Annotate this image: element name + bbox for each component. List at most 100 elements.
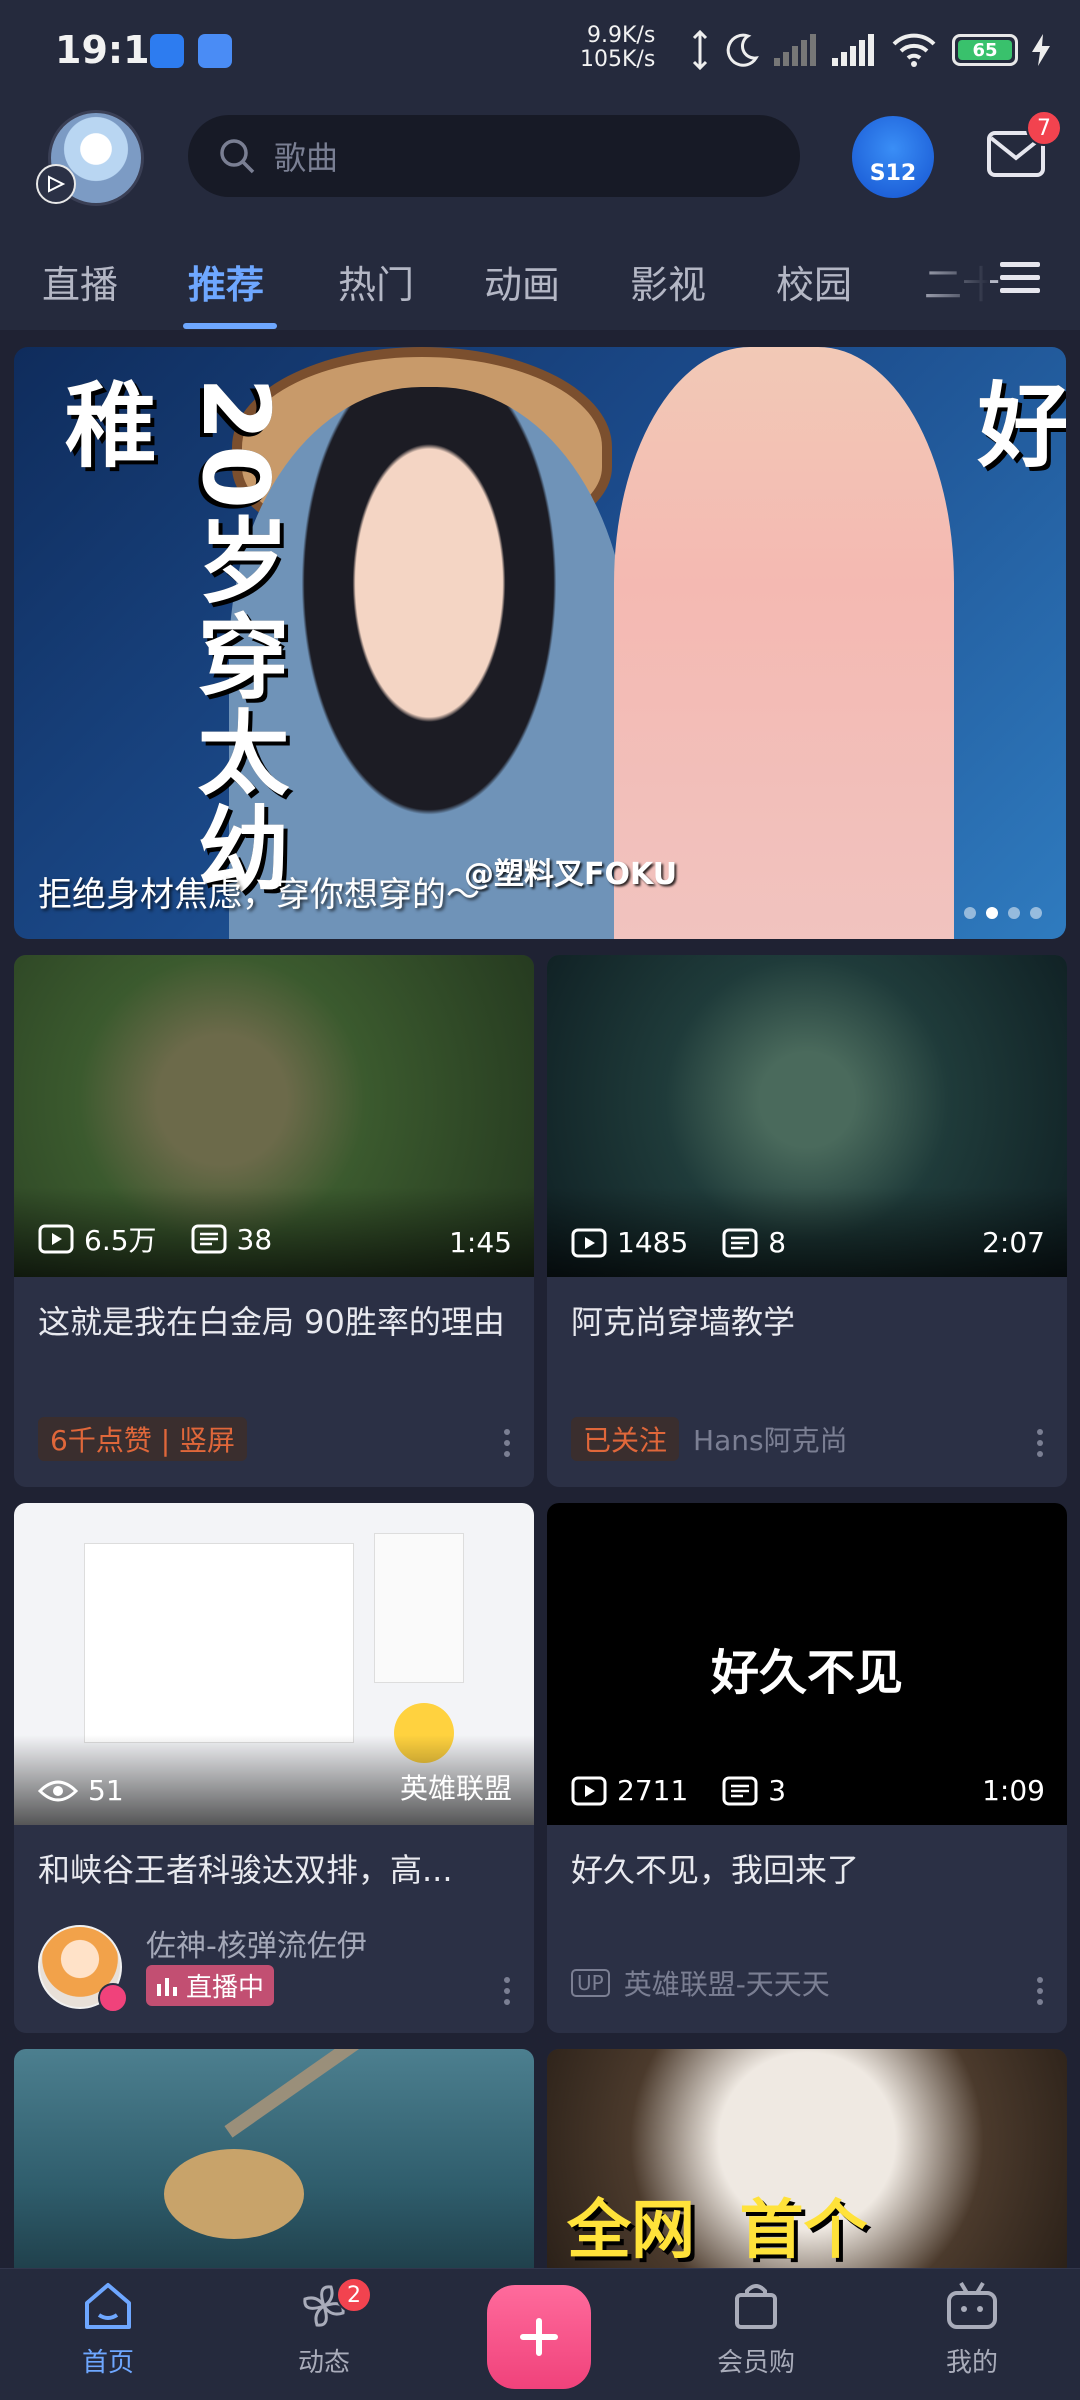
status-icons: 65 xyxy=(690,30,1050,70)
live-bars-icon xyxy=(157,1977,177,1996)
banner-right-text: 50岁穿刚刚好 xyxy=(962,377,1066,473)
battery-indicator: 65 xyxy=(952,34,1018,66)
live-label: 直播中 xyxy=(186,1973,265,2003)
danmaku-count: 8 xyxy=(768,1226,787,1259)
search-placeholder: 歌曲 xyxy=(274,139,339,177)
verified-badge xyxy=(98,1983,128,2013)
signal-hd-icon xyxy=(832,34,874,66)
carousel-dot xyxy=(1030,907,1042,919)
network-speed: 9.9K/s 105K/s xyxy=(580,24,655,72)
tab-campus[interactable]: 校园 xyxy=(776,254,852,309)
video-card[interactable]: 51 英雄联盟 和峡谷王者科骏达双排，高... 佐神-核弹流佐伊 直播中 xyxy=(14,1503,534,2033)
battery-level: 65 xyxy=(958,40,1012,61)
search-bar[interactable]: 歌曲 xyxy=(188,115,800,197)
video-duration: 1:09 xyxy=(982,1774,1045,1807)
nav-dynamic-label: 动态 xyxy=(297,2348,350,2378)
video-card[interactable]: 好久不见 2711 3 1:09 好久不见，我回来了 UP 英雄联盟-天天天 xyxy=(547,1503,1067,2033)
mode-switch-icon[interactable] xyxy=(36,164,76,204)
carousel-dot-active xyxy=(986,907,998,919)
nav-dynamic[interactable]: 动态 xyxy=(254,2281,394,2379)
view-count: 51 xyxy=(88,1774,124,1807)
video-card[interactable]: 6.5万 38 1:45 这就是我在白金局 90胜率的理由 6千点赞 | 竖屏 xyxy=(14,955,534,1487)
up-icon: UP xyxy=(571,1969,610,1997)
more-options-icon[interactable] xyxy=(504,1977,512,2005)
more-options-icon[interactable] xyxy=(1037,1429,1045,1457)
shopping-bag-icon xyxy=(735,2284,777,2329)
video-thumbnail: 好久不见 2711 3 1:09 xyxy=(547,1503,1067,1825)
tv-icon xyxy=(947,2281,997,2329)
more-options-icon[interactable] xyxy=(504,1429,512,1457)
video-title: 和峡谷王者科骏达双排，高... xyxy=(38,1851,453,1889)
author-name[interactable]: Hans阿克尚 xyxy=(693,1419,848,1459)
tab-recommend[interactable]: 推荐 xyxy=(188,254,264,309)
category-tabs: 直播 推荐 热门 动画 影视 校园 二十 xyxy=(0,220,1080,330)
banner-left-text: 20岁穿太幼稚 xyxy=(49,377,289,898)
tab-hot[interactable]: 热门 xyxy=(338,254,414,309)
search-icon xyxy=(220,139,255,174)
nav-shop[interactable]: 会员购 xyxy=(686,2281,826,2379)
play-count-icon xyxy=(571,1776,607,1805)
s12-label: S12 xyxy=(869,161,917,186)
play-count-icon xyxy=(38,1224,74,1254)
nav-me[interactable]: 我的 xyxy=(902,2281,1042,2379)
video-duration: 1:45 xyxy=(449,1226,512,1259)
speed-up: 9.9K/s xyxy=(587,23,656,48)
eye-icon xyxy=(38,1780,78,1801)
nav-me-label: 我的 xyxy=(945,2348,998,2378)
tab-fade xyxy=(910,220,990,330)
s12-event-icon[interactable]: S12 xyxy=(852,116,934,198)
tab-anime[interactable]: 动画 xyxy=(484,254,560,309)
mail-badge: 7 xyxy=(1026,110,1062,146)
status-bar: 19:13 9.9K/s 105K/s 65 xyxy=(0,0,1080,100)
video-thumbnail: 1485 8 2:07 xyxy=(547,955,1067,1277)
more-options-icon[interactable] xyxy=(1037,1977,1045,2005)
nav-shop-label: 会员购 xyxy=(716,2348,795,2378)
video-thumbnail: 全网 首个 xyxy=(547,2049,1067,2279)
dynamic-badge: 2 xyxy=(336,2277,372,2313)
banner-carousel[interactable]: 20岁穿太幼稚 50岁穿刚刚好 @塑料叉FOKU 拒绝身材焦虑，穿你想穿的～ xyxy=(14,347,1066,939)
publish-button[interactable] xyxy=(487,2285,591,2389)
tab-live[interactable]: 直播 xyxy=(42,254,118,309)
wifi-icon xyxy=(892,33,936,67)
tab-indicator xyxy=(183,323,277,329)
signal-icon xyxy=(774,34,816,66)
speed-down: 105K/s xyxy=(580,47,656,72)
video-card[interactable] xyxy=(14,2049,534,2279)
author-name[interactable]: 英雄联盟-天天天 xyxy=(624,1963,830,2003)
video-thumbnail xyxy=(14,2049,534,2279)
danmaku-icon xyxy=(191,1224,227,1254)
menu-icon[interactable] xyxy=(1000,260,1040,296)
banner-title: 拒绝身材焦虑，穿你想穿的～ xyxy=(38,875,480,915)
nav-home-label: 首页 xyxy=(81,2348,134,2378)
home-icon xyxy=(85,2283,131,2329)
thumbnail-text: 好久不见 xyxy=(710,1645,903,1701)
banner-watermark: @塑料叉FOKU xyxy=(464,857,678,892)
video-duration: 2:07 xyxy=(982,1226,1045,1259)
live-status-badge: 直播中 xyxy=(146,1965,275,2006)
danmaku-icon xyxy=(722,1228,758,1257)
carousel-dot xyxy=(964,907,976,919)
nav-home[interactable]: 首页 xyxy=(38,2281,178,2379)
view-count: 2711 xyxy=(617,1774,689,1807)
play-count-icon xyxy=(571,1228,607,1257)
author-name[interactable]: 佐神-核弹流佐伊 xyxy=(146,1921,367,1965)
video-card[interactable]: 1485 8 2:07 阿克尚穿墙教学 已关注 Hans阿克尚 xyxy=(547,955,1067,1487)
game-label: 英雄联盟 xyxy=(399,1772,512,1805)
video-title: 阿克尚穿墙教学 xyxy=(571,1303,796,1341)
video-tag: 6千点赞 | 竖屏 xyxy=(38,1417,248,1461)
app-notification-icon xyxy=(198,34,232,68)
plus-icon xyxy=(520,2318,558,2356)
view-count: 6.5万 xyxy=(84,1224,157,1257)
video-title: 好久不见，我回来了 xyxy=(571,1851,860,1889)
video-card[interactable]: 全网 首个 xyxy=(547,2049,1067,2279)
charging-icon xyxy=(1032,34,1050,66)
followed-tag: 已关注 xyxy=(571,1417,680,1461)
bottom-navigation: 首页 动态 2 会员购 我的 xyxy=(0,2268,1080,2400)
danmaku-icon xyxy=(722,1776,758,1805)
tab-film[interactable]: 影视 xyxy=(630,254,706,309)
carousel-dot xyxy=(1008,907,1020,919)
video-thumbnail: 6.5万 38 1:45 xyxy=(14,955,534,1277)
thumbnail-text: 全网 首个 xyxy=(567,2194,868,2268)
danmaku-count: 38 xyxy=(236,1222,273,1256)
moon-icon xyxy=(726,33,759,67)
